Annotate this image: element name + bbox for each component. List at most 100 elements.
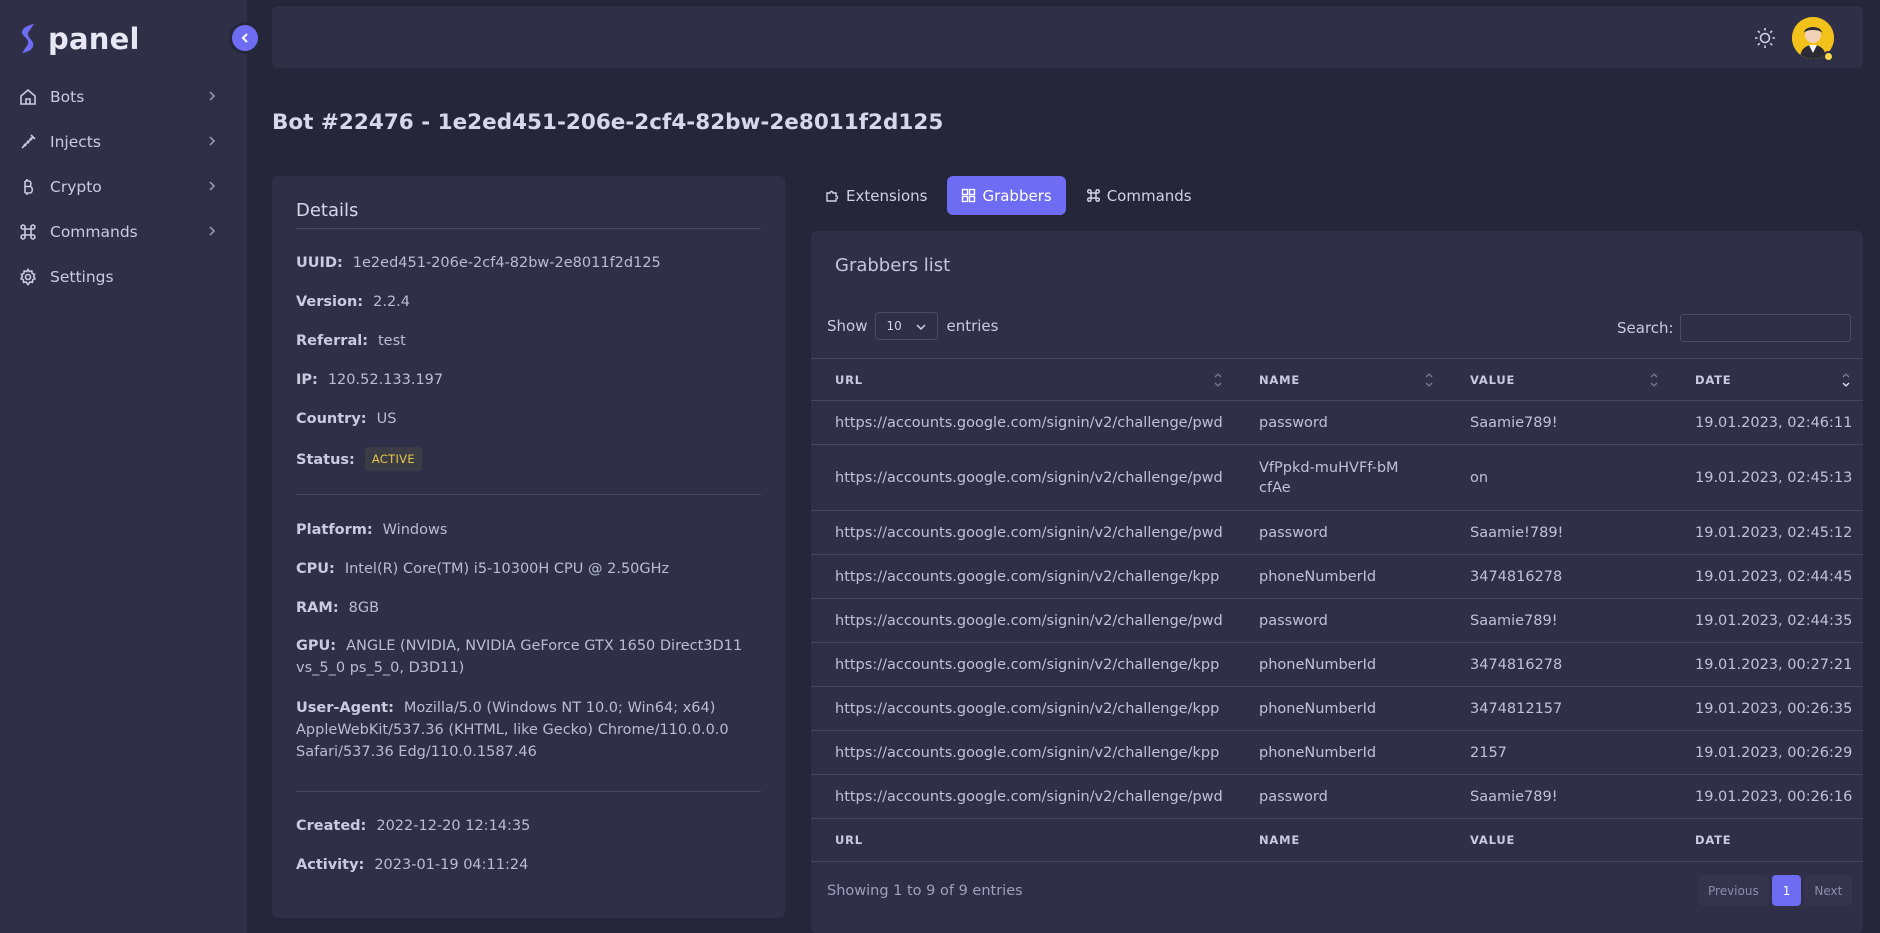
detail-label: Platform: <box>296 522 373 538</box>
search-label: Search: <box>1617 319 1674 337</box>
footer-url: URL <box>811 818 1235 862</box>
cell-value: 3474812157 <box>1446 686 1671 731</box>
sidebar-item-commands[interactable]: Commands <box>0 209 247 254</box>
column-header-value[interactable]: VALUE <box>1446 358 1671 401</box>
column-header-url[interactable]: URL <box>811 358 1235 401</box>
detail-referral: Referral: test <box>296 330 766 352</box>
search-input[interactable] <box>1679 314 1851 342</box>
divider <box>296 228 761 229</box>
page-1-button[interactable]: 1 <box>1771 875 1802 906</box>
detail-label: Created: <box>296 818 367 834</box>
column-header-name[interactable]: NAME <box>1235 358 1446 401</box>
detail-country: Country: US <box>296 408 766 430</box>
brand-name: panel <box>48 22 140 56</box>
table-footer-row: URL NAME VALUE DATE <box>811 818 1863 862</box>
cell-url: https://accounts.google.com/signin/v2/ch… <box>811 400 1235 445</box>
cell-value: Saamie789! <box>1446 400 1671 445</box>
cell-url: https://accounts.google.com/signin/v2/ch… <box>811 686 1235 731</box>
cell-value: Saamie789! <box>1446 598 1671 643</box>
syringe-icon <box>19 133 37 151</box>
detail-platform: Platform: Windows <box>296 519 766 541</box>
detail-ram: RAM: 8GB <box>296 597 766 619</box>
chevron-down-icon <box>916 324 927 331</box>
cell-name: password <box>1235 598 1446 643</box>
tab-extensions[interactable]: Extensions <box>811 176 941 215</box>
cell-value: Saamie789! <box>1446 774 1671 819</box>
brand[interactable]: panel <box>16 22 140 56</box>
tab-commands[interactable]: Commands <box>1072 176 1206 215</box>
cell-name-text: VfPpkd-muHVFf-bMcfAe <box>1259 459 1399 496</box>
detail-label: Status: <box>296 452 355 468</box>
chevron-right-icon <box>209 91 216 101</box>
grabbers-table: URL NAME VALUE DATE https://accounts.goo… <box>811 358 1863 862</box>
detail-value: Windows <box>382 522 448 538</box>
details-card: Details UUID: 1e2ed451-206e-2cf4-82bw-2e8… <box>272 176 785 918</box>
cell-date: 19.01.2023, 00:26:29 <box>1671 730 1863 775</box>
footer-value: VALUE <box>1446 818 1671 862</box>
command-icon <box>19 223 37 241</box>
table-row: https://accounts.google.com/signin/v2/ch… <box>811 730 1863 775</box>
cell-name: password <box>1235 510 1446 555</box>
sidebar-nav: Bots Injects Crypto Commands Settings <box>0 74 247 299</box>
cell-date: 19.01.2023, 02:46:11 <box>1671 400 1863 445</box>
sidebar-item-label: Settings <box>50 267 114 286</box>
puzzle-icon <box>825 188 840 203</box>
detail-value: 8GB <box>348 600 380 616</box>
sidebar-item-settings[interactable]: Settings <box>0 254 247 299</box>
cell-url: https://accounts.google.com/signin/v2/ch… <box>811 642 1235 687</box>
sidebar-item-crypto[interactable]: Crypto <box>0 164 247 209</box>
pagination: Previous 1 Next <box>1698 875 1853 906</box>
cell-value: 3474816278 <box>1446 642 1671 687</box>
detail-label: UUID: <box>296 255 343 271</box>
previous-button[interactable]: Previous <box>1698 875 1769 906</box>
cell-url: https://accounts.google.com/signin/v2/ch… <box>811 730 1235 775</box>
detail-created: Created: 2022-12-20 12:14:35 <box>296 815 766 837</box>
detail-value: 1e2ed451-206e-2cf4-82bw-2e8011f2d125 <box>352 255 661 271</box>
sidebar-item-bots[interactable]: Bots <box>0 74 247 119</box>
sidebar-item-injects[interactable]: Injects <box>0 119 247 164</box>
online-status-dot <box>1823 51 1834 62</box>
tab-label: Grabbers <box>982 186 1052 205</box>
divider <box>296 791 761 792</box>
detail-version: Version: 2.2.4 <box>296 291 766 313</box>
page-size-control: Show 10 entries <box>827 312 998 340</box>
tab-bar: Extensions Grabbers Commands <box>811 176 1206 216</box>
show-label: Show <box>827 317 868 335</box>
detail-value: ANGLE (NVIDIA, NVIDIA GeForce GTX 1650 D… <box>296 638 743 676</box>
chevron-right-icon <box>209 226 216 236</box>
sidebar-collapse-button[interactable] <box>232 25 258 51</box>
detail-status: Status: ACTIVE <box>296 447 766 471</box>
table-row: https://accounts.google.com/signin/v2/ch… <box>811 686 1863 731</box>
cell-name: phoneNumberId <box>1235 730 1446 775</box>
page-title: Bot #22476 - 1e2ed451-206e-2cf4-82bw-2e8… <box>272 110 944 135</box>
column-label: NAME <box>1259 372 1301 387</box>
cell-date: 19.01.2023, 02:44:35 <box>1671 598 1863 643</box>
cell-date: 19.01.2023, 00:27:21 <box>1671 642 1863 687</box>
cell-date: 19.01.2023, 02:45:12 <box>1671 510 1863 555</box>
sidebar: panel Bots Injects Crypto Commands Setti… <box>0 0 247 933</box>
chevron-left-icon <box>241 33 248 43</box>
detail-value: 2022-12-20 12:14:35 <box>376 818 531 834</box>
detail-label: RAM: <box>296 600 339 616</box>
table-row: https://accounts.google.com/signin/v2/ch… <box>811 400 1863 445</box>
detail-value: US <box>376 411 397 427</box>
next-button[interactable]: Next <box>1804 875 1853 906</box>
detail-ip: IP: 120.52.133.197 <box>296 369 766 391</box>
entries-label: entries <box>946 317 999 335</box>
cell-url: https://accounts.google.com/signin/v2/ch… <box>811 774 1235 819</box>
top-bar <box>272 6 1863 68</box>
cell-url: https://accounts.google.com/signin/v2/ch… <box>811 510 1235 555</box>
sidebar-item-label: Crypto <box>50 177 102 196</box>
detail-label: Activity: <box>296 857 365 873</box>
tab-grabbers[interactable]: Grabbers <box>947 176 1066 215</box>
status-badge: ACTIVE <box>364 447 422 471</box>
column-header-date[interactable]: DATE <box>1671 358 1863 401</box>
cell-value: on <box>1446 444 1671 511</box>
detail-value: 2.2.4 <box>373 294 411 310</box>
theme-toggle-button[interactable] <box>1752 25 1778 51</box>
sidebar-item-label: Injects <box>50 132 101 151</box>
detail-label: IP: <box>296 372 318 388</box>
page-size-select[interactable]: 10 <box>875 312 939 340</box>
chevron-right-icon <box>209 136 216 146</box>
details-title: Details <box>296 200 359 221</box>
